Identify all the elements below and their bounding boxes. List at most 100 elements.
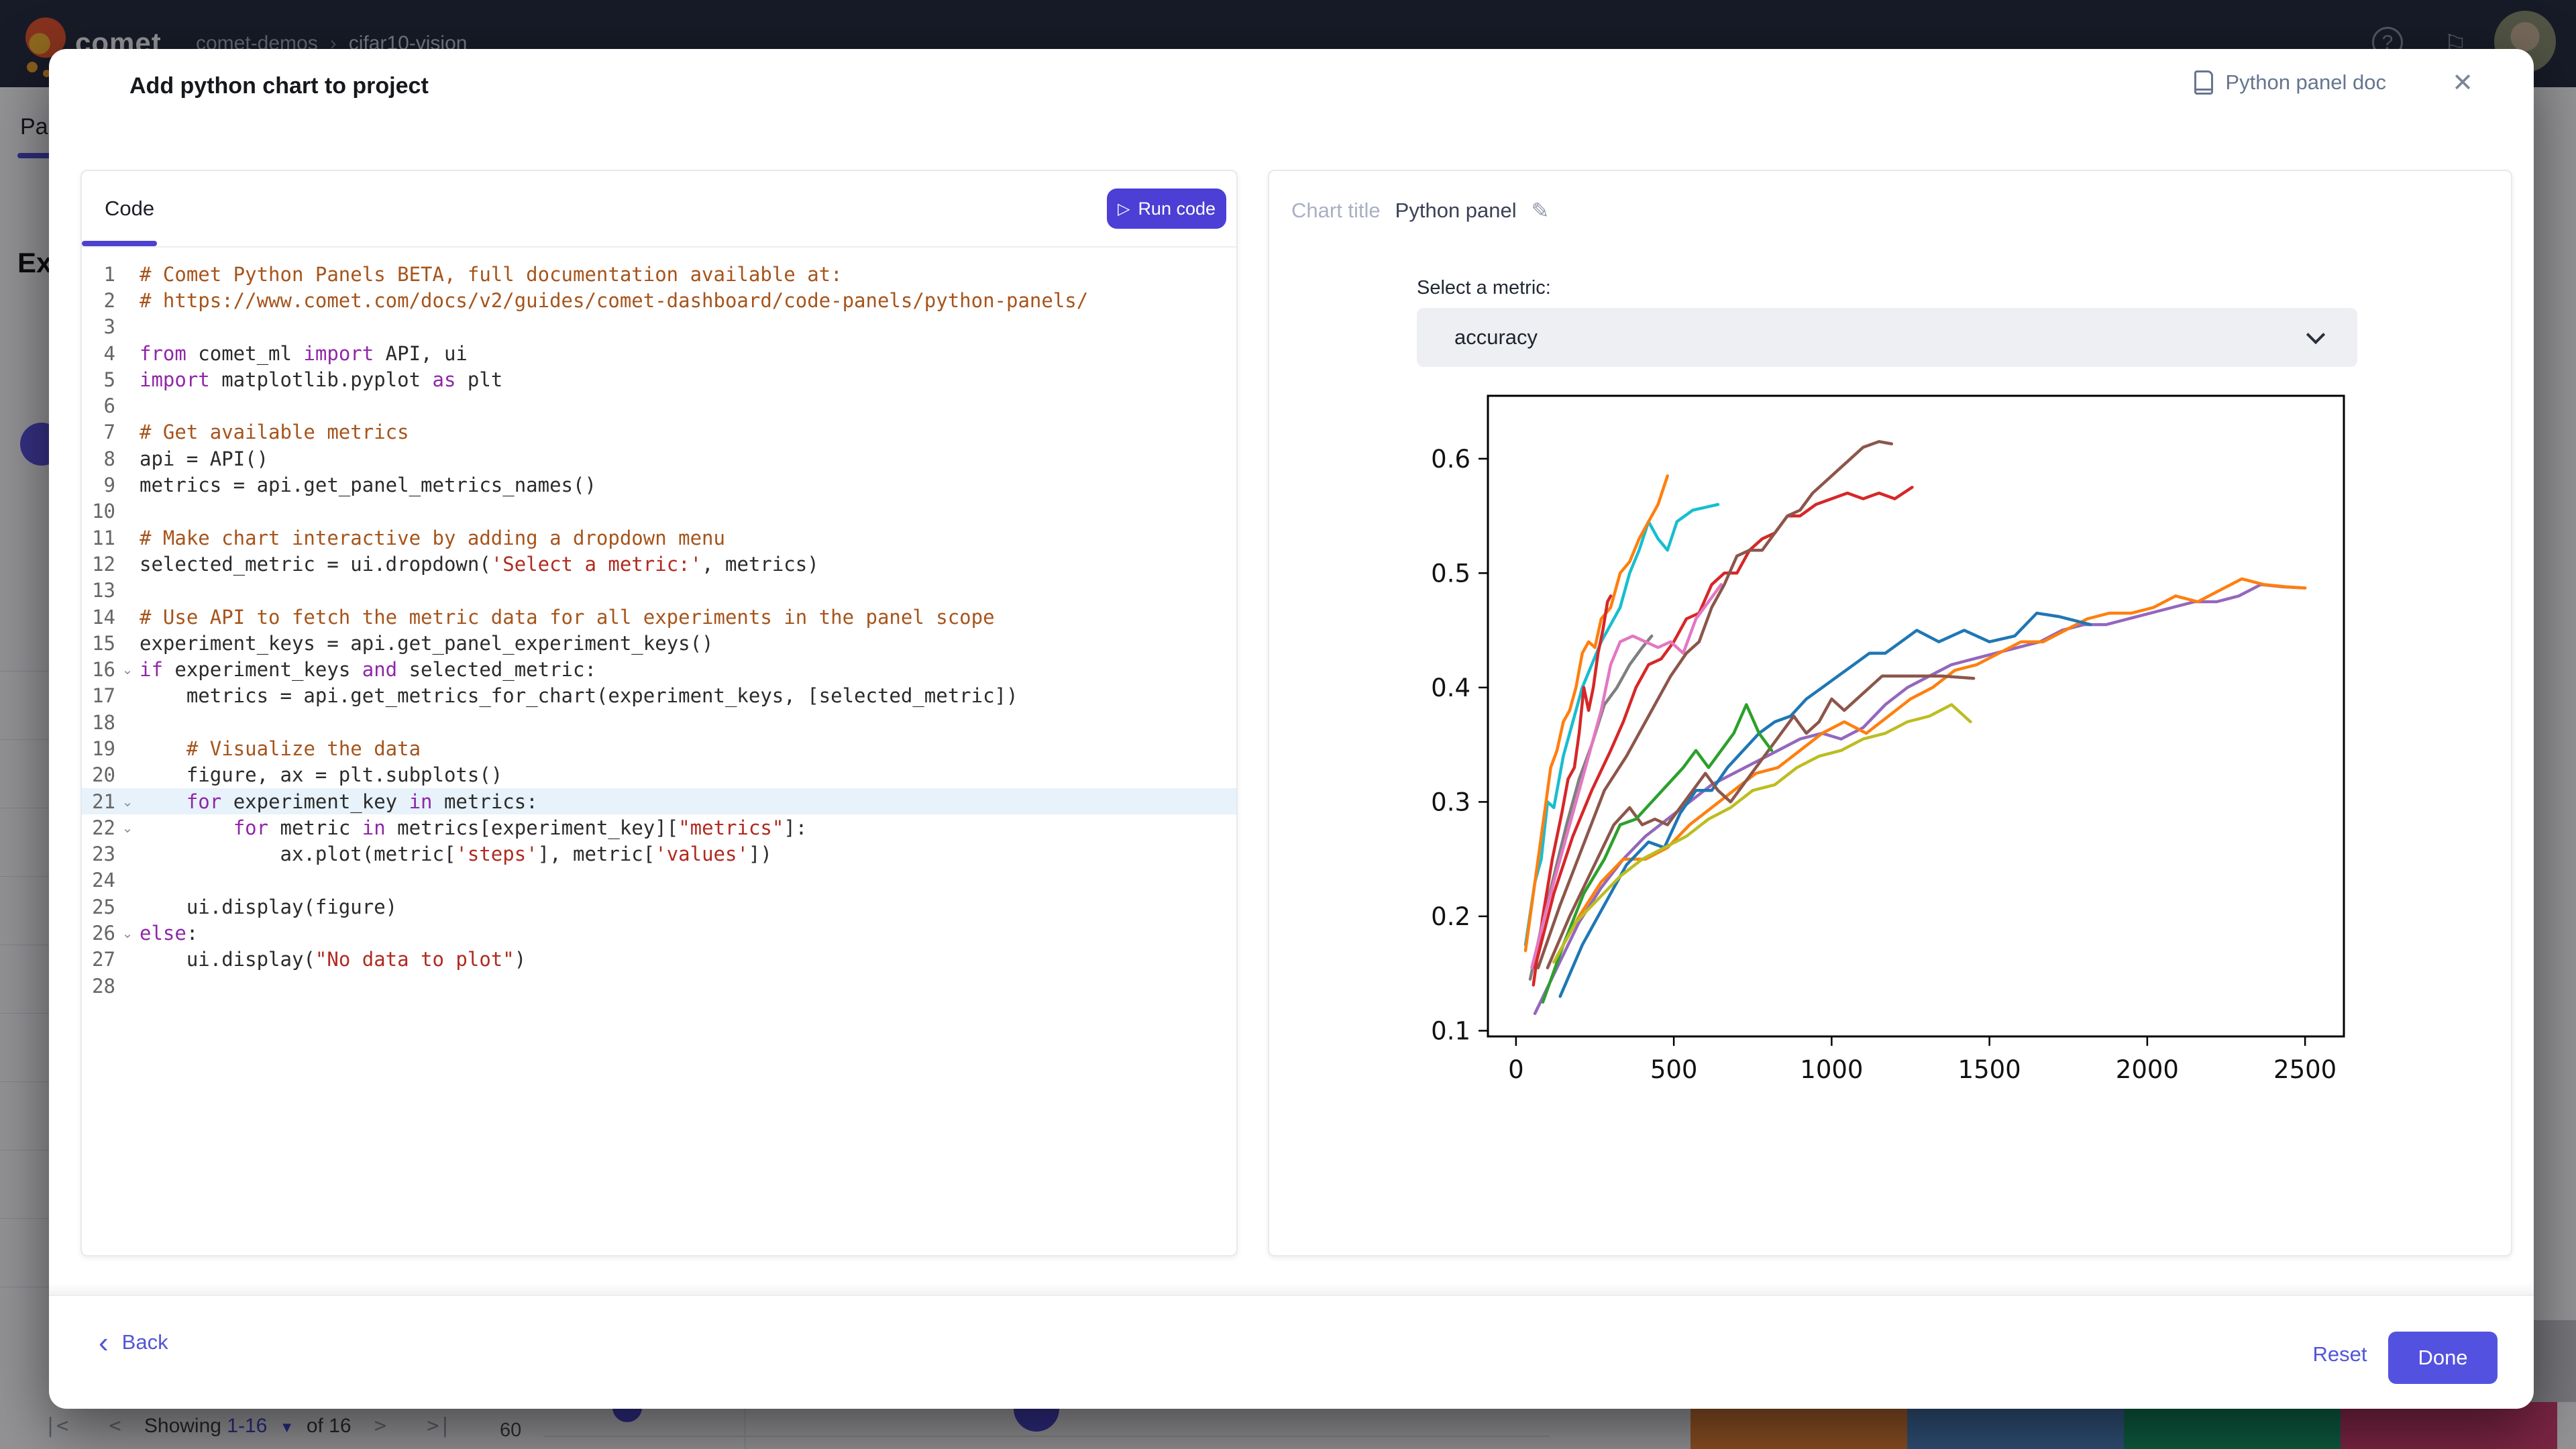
fold-chevron-icon[interactable]: ⌄ bbox=[115, 925, 140, 941]
line-number: 26 bbox=[92, 922, 115, 945]
code-line[interactable]: 8 api = API() bbox=[82, 445, 1236, 472]
line-number: 1 bbox=[103, 262, 115, 286]
code-line[interactable]: 16 ⌄ if experiment_keys and selected_metri… bbox=[82, 656, 1236, 682]
svg-text:0.2: 0.2 bbox=[1431, 902, 1470, 931]
fold-chevron-icon[interactable]: ⌄ bbox=[115, 661, 140, 678]
add-python-chart-modal: Add python chart to project Python panel… bbox=[49, 49, 2534, 1409]
code-editor[interactable]: 1 # Comet Python Panels BETA, full docume… bbox=[82, 249, 1236, 999]
code-line[interactable]: 25 ui.display(figure) bbox=[82, 894, 1236, 920]
close-icon[interactable]: ✕ bbox=[2452, 68, 2473, 98]
code-line[interactable]: 9 metrics = api.get_panel_metrics_names() bbox=[82, 472, 1236, 498]
code-line[interactable]: 17 metrics = api.get_metrics_for_chart(e… bbox=[82, 683, 1236, 709]
svg-text:0.3: 0.3 bbox=[1431, 788, 1470, 816]
python-panel-doc-link[interactable]: Python panel doc bbox=[2194, 70, 2386, 95]
code-line[interactable]: 22 ⌄ for metric in metrics[experiment_key… bbox=[82, 814, 1236, 841]
play-icon: ▷ bbox=[1117, 199, 1130, 218]
footer-shade bbox=[49, 1283, 2534, 1295]
code-line[interactable]: 13 bbox=[82, 578, 1236, 604]
line-number: 24 bbox=[92, 869, 115, 892]
svg-text:0.5: 0.5 bbox=[1431, 559, 1470, 588]
chevron-left-icon: ‹ bbox=[99, 1326, 109, 1359]
fold-chevron-icon[interactable]: ⌄ bbox=[115, 794, 140, 810]
chart-preview-panel: Chart title Python panel ✎ Select a metr… bbox=[1268, 170, 2512, 1256]
reset-button[interactable]: Reset bbox=[2283, 1330, 2397, 1379]
line-number: 21 bbox=[92, 790, 115, 813]
svg-text:0: 0 bbox=[1508, 1055, 1524, 1084]
code-line[interactable]: 28 bbox=[82, 973, 1236, 999]
line-number: 2 bbox=[103, 288, 115, 312]
code-line[interactable]: 15 experiment_keys = api.get_panel_experi… bbox=[82, 630, 1236, 656]
svg-text:1500: 1500 bbox=[1958, 1055, 2021, 1084]
line-number: 22 bbox=[92, 816, 115, 839]
footer-divider bbox=[49, 1295, 2534, 1296]
code-line[interactable]: 6 bbox=[82, 392, 1236, 419]
metric-dropdown[interactable]: accuracy bbox=[1417, 308, 2357, 367]
chart-title-label: Chart title bbox=[1291, 199, 1381, 222]
line-number: 6 bbox=[103, 394, 115, 418]
code-line[interactable]: 10 bbox=[82, 498, 1236, 525]
line-number: 9 bbox=[103, 474, 115, 497]
line-number: 10 bbox=[92, 500, 115, 523]
code-tab-active-underline bbox=[82, 241, 157, 246]
doc-link-label: Python panel doc bbox=[2225, 70, 2386, 94]
edit-pencil-icon[interactable]: ✎ bbox=[1532, 198, 1550, 223]
modal-title: Add python chart to project bbox=[129, 73, 429, 99]
code-line[interactable]: 24 bbox=[82, 867, 1236, 894]
code-line[interactable]: 3 bbox=[82, 314, 1236, 340]
line-number: 17 bbox=[92, 684, 115, 708]
code-panel-header: Code ▷ Run code bbox=[82, 171, 1236, 248]
svg-text:2500: 2500 bbox=[2273, 1055, 2337, 1084]
line-number: 16 bbox=[92, 658, 115, 682]
chart-title-row: Chart title Python panel ✎ bbox=[1291, 198, 1549, 223]
line-number: 15 bbox=[92, 631, 115, 655]
line-number: 5 bbox=[103, 368, 115, 391]
code-line[interactable]: 5 import matplotlib.pyplot as plt bbox=[82, 366, 1236, 392]
line-number: 28 bbox=[92, 974, 115, 998]
back-button[interactable]: ‹ Back bbox=[99, 1326, 168, 1359]
line-number: 20 bbox=[92, 763, 115, 787]
run-code-label: Run code bbox=[1138, 198, 1216, 219]
fold-chevron-icon[interactable]: ⌄ bbox=[115, 820, 140, 836]
line-number: 18 bbox=[92, 710, 115, 734]
line-number: 11 bbox=[92, 526, 115, 549]
line-number: 19 bbox=[92, 737, 115, 760]
back-label: Back bbox=[121, 1330, 168, 1354]
code-line[interactable]: 12 selected_metric = ui.dropdown('Select … bbox=[82, 551, 1236, 577]
line-number: 3 bbox=[103, 315, 115, 339]
line-number: 23 bbox=[92, 843, 115, 866]
code-line[interactable]: 18 bbox=[82, 709, 1236, 735]
tab-code[interactable]: Code bbox=[105, 197, 154, 221]
line-number: 12 bbox=[92, 552, 115, 576]
metric-dropdown-value: accuracy bbox=[1454, 325, 1538, 349]
code-line[interactable]: 26 ⌄ else: bbox=[82, 920, 1236, 946]
chevron-down-icon bbox=[2306, 325, 2326, 345]
line-number: 25 bbox=[92, 895, 115, 918]
svg-text:0.4: 0.4 bbox=[1431, 674, 1470, 702]
svg-text:1000: 1000 bbox=[1800, 1055, 1863, 1084]
code-line[interactable]: 20 figure, ax = plt.subplots() bbox=[82, 762, 1236, 788]
line-number: 14 bbox=[92, 605, 115, 629]
code-line[interactable]: 4 from comet_ml import API, ui bbox=[82, 340, 1236, 366]
code-line[interactable]: 7 # Get available metrics bbox=[82, 419, 1236, 445]
chart-title-value: Python panel bbox=[1395, 199, 1517, 222]
line-number: 8 bbox=[103, 447, 115, 470]
code-line[interactable]: 11 # Make chart interactive by adding a d… bbox=[82, 525, 1236, 551]
svg-text:0.6: 0.6 bbox=[1431, 445, 1470, 474]
code-line[interactable]: 23 ax.plot(metric['steps'], metric['valu… bbox=[82, 841, 1236, 867]
code-line[interactable]: 21 ⌄ for experiment_key in metrics: bbox=[82, 788, 1236, 815]
code-panel: Code ▷ Run code 1 # Comet Python Panels B… bbox=[80, 170, 1238, 1256]
svg-text:0.1: 0.1 bbox=[1431, 1016, 1470, 1045]
svg-text:500: 500 bbox=[1650, 1055, 1698, 1084]
code-line[interactable]: 19 # Visualize the data bbox=[82, 735, 1236, 761]
select-metric-label: Select a metric: bbox=[1417, 277, 1551, 299]
code-line[interactable]: 14 # Use API to fetch the metric data for… bbox=[82, 604, 1236, 630]
line-number: 4 bbox=[103, 341, 115, 365]
code-line[interactable]: 2 # https://www.comet.com/docs/v2/guides/… bbox=[82, 287, 1236, 313]
code-line[interactable]: 27 ui.display("No data to plot") bbox=[82, 947, 1236, 973]
run-code-button[interactable]: ▷ Run code bbox=[1107, 189, 1226, 229]
done-button[interactable]: Done bbox=[2388, 1332, 2498, 1384]
svg-text:2000: 2000 bbox=[2116, 1055, 2179, 1084]
line-number: 13 bbox=[92, 579, 115, 602]
metric-line-chart: 0.1 0.2 0.3 0.4 0.5 0.6 0 500 1000 1500 2000 2500 bbox=[1431, 394, 2345, 1084]
code-line[interactable]: 1 # Comet Python Panels BETA, full docume… bbox=[82, 261, 1236, 287]
